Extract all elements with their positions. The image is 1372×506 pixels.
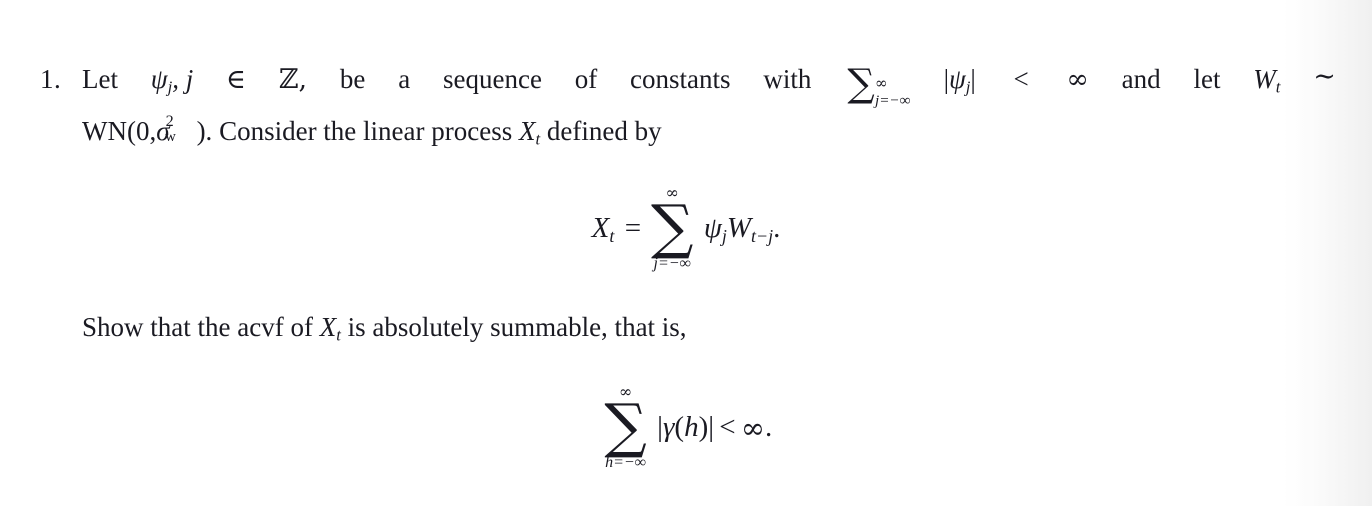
sigma-subscript-w: w (165, 129, 176, 146)
word-a: a (398, 64, 411, 94)
white-noise-notation: WN(0, (82, 116, 157, 147)
X-symbol-eq1: X (591, 212, 610, 245)
word-and: and (1121, 64, 1161, 94)
X-symbol-midline: X (319, 312, 337, 342)
X-subscript-line2: t (535, 129, 541, 149)
sigma-glyph-eq2: ∑ (604, 391, 647, 461)
show-that-suffix: is absolutely summable, that is, (347, 312, 687, 342)
X-symbol-line2: X (518, 116, 536, 147)
show-that-line: Show that the acvf of Xt is absolutely s… (82, 305, 687, 349)
equation-2-summand: |γ(h)| (657, 411, 714, 444)
sigma-glyph: ∑ (847, 61, 875, 107)
word-constants: constants (630, 64, 731, 94)
problem-line-2: WN(0,σ2wxx). Consider the linear process… (82, 109, 1340, 153)
summation-lower-limit-eq1: j=−∞ (653, 255, 691, 273)
psi-symbol-eq1: ψ (703, 212, 722, 245)
abs-bar-close: | (970, 64, 976, 94)
display-equation-2: ∞ ∑ h=−∞ |γ(h)| < ∞. (0, 372, 1372, 472)
distributed-as-tilde: ∼ (1313, 60, 1336, 92)
problem-1: 1. Let ψj, j ∈ ℤ, be a sequence of const… (40, 57, 1340, 153)
less-than-symbol: < (1013, 64, 1029, 94)
sigma-glyph-eq1: ∑ (650, 192, 694, 262)
problem-body: Let ψj, j ∈ ℤ, be a sequence of constant… (82, 57, 1340, 153)
equals-sign-eq1: = (624, 212, 642, 245)
line2-text: Consider the linear process (219, 116, 513, 147)
paren-open-eq2: ( (674, 411, 685, 444)
psi-symbol: ψ (150, 64, 168, 94)
summation-display-eq2: ∞ ∑ h=−∞ (604, 383, 647, 472)
show-that-prefix: Show that the acvf of (82, 312, 313, 342)
document-page: 1. Let ψj, j ∈ ℤ, be a sequence of const… (0, 0, 1372, 506)
W-symbol: W (1253, 64, 1276, 94)
equation-2-period: . (765, 411, 773, 444)
lag-variable-h: h (684, 411, 699, 444)
sigma-squared-w: σ2wxx (156, 109, 196, 153)
paren-close-eq2: ) (698, 411, 709, 444)
word-let-2: let (1193, 64, 1221, 94)
infinity-symbol-eq2: ∞ (740, 410, 766, 445)
line2-tail: defined by (546, 116, 662, 147)
element-of-icon: ∈ (226, 64, 247, 95)
equation-1-lhs: Xt (592, 212, 615, 245)
X-subscript-eq1: t (609, 226, 615, 247)
gamma-symbol: γ (662, 411, 675, 444)
equation-2-row: ∞ ∑ h=−∞ |γ(h)| < ∞. (600, 383, 773, 472)
W-subscript: t (1275, 77, 1281, 97)
close-paren-period: ). (196, 116, 213, 147)
display-equation-1: Xt = ∞ ∑ j=−∞ ψjWt−j. (0, 184, 1372, 273)
problem-number: 1. (40, 64, 62, 94)
summation-display-eq1: ∞ ∑ j=−∞ (650, 184, 694, 273)
W-symbol-eq1: W (726, 212, 752, 245)
white-noise-variable: Wt (1253, 57, 1280, 101)
word-let: Let (82, 64, 118, 94)
X-subscript-midline: t (336, 325, 341, 345)
W-subscript-eq1: t−j (751, 226, 774, 247)
psi-j-term: ψj, j (151, 57, 193, 101)
equation-1-summand: ψjWt−j. (704, 212, 781, 245)
inline-summation-psi: ∑ ∞ j=−∞ |ψj| (844, 57, 976, 109)
word-with: with (763, 64, 812, 94)
equation-1-period: . (773, 212, 781, 245)
equation-1-row: Xt = ∞ ∑ j=−∞ ψjWt−j. (592, 184, 781, 273)
summation-lower-limit-eq2: h=−∞ (605, 454, 646, 472)
infinity-symbol: ∞ (1066, 64, 1089, 95)
word-sequence: sequence (442, 64, 542, 94)
comma-j: , j (172, 64, 194, 94)
word-be: be (339, 64, 366, 94)
word-of: of (574, 64, 598, 94)
summation-symbol-inline: ∑ ∞ j=−∞ (847, 61, 910, 109)
problem-line-1: Let ψj, j ∈ ℤ, be a sequence of constant… (82, 57, 1336, 109)
abs-psi-symbol: ψ (948, 64, 966, 94)
integers-set-symbol: ℤ, (278, 64, 308, 95)
summation-lower-limit: j=−∞ (875, 93, 911, 109)
less-than-symbol-eq2: < (719, 411, 736, 444)
abs-bar-close-eq2: | (708, 411, 715, 444)
